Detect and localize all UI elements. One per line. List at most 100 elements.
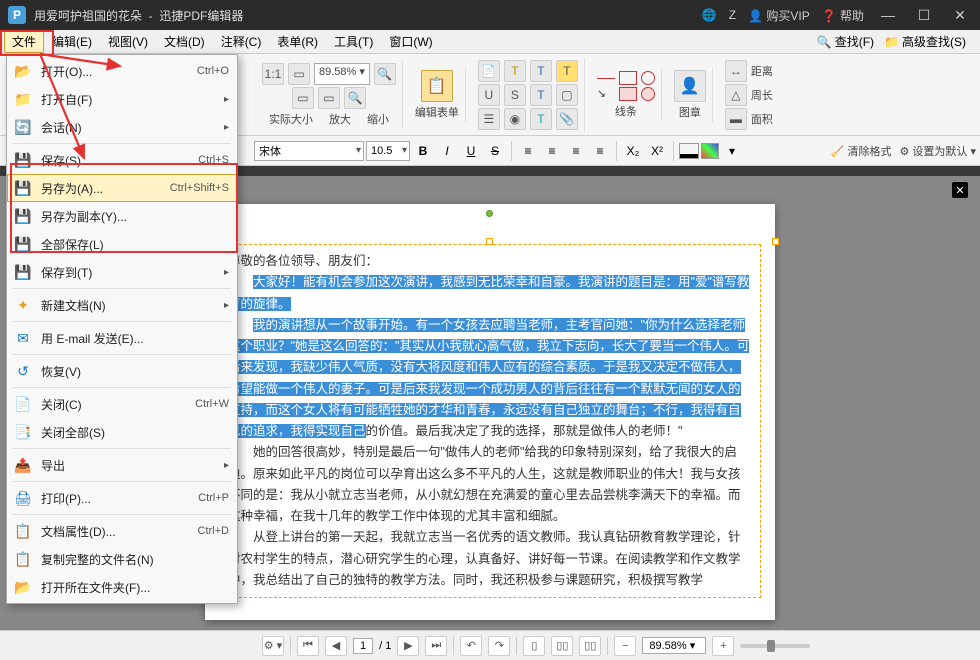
color-dropdown[interactable]: ▾ bbox=[721, 141, 743, 161]
user-initial[interactable]: Z bbox=[729, 8, 736, 22]
highlight-icon[interactable]: T bbox=[556, 60, 578, 82]
menu-view[interactable]: 视图(V) bbox=[100, 30, 156, 53]
page-canvas[interactable]: 尊敬的各位领导、朋友们： 大家好！能有机会参加这次演讲，我感到无比荣幸和自豪。我… bbox=[205, 204, 775, 620]
font-name-combo[interactable]: 宋体 bbox=[254, 141, 364, 161]
fit-page-icon[interactable]: ▭ bbox=[318, 87, 340, 109]
shape-rect-fill-icon[interactable] bbox=[619, 87, 637, 101]
maximize-button[interactable]: ☐ bbox=[912, 7, 936, 24]
stamp-icon[interactable]: 👤 bbox=[674, 70, 706, 102]
zoom-out-icon[interactable]: 🔍 bbox=[344, 87, 366, 109]
rotate-handle[interactable] bbox=[486, 210, 493, 217]
view-cont-button[interactable]: ▯▯ bbox=[551, 636, 573, 656]
text-blue-icon[interactable]: T bbox=[530, 84, 552, 106]
menu-new-doc[interactable]: ✦新建文档(N)▸ bbox=[7, 291, 237, 319]
menu-export[interactable]: 📤导出▸ bbox=[7, 451, 237, 479]
edit-form-icon[interactable]: 📋 bbox=[421, 70, 453, 102]
menu-comment[interactable]: 注释(C) bbox=[213, 30, 270, 53]
menu-edit[interactable]: 编辑(E) bbox=[44, 30, 100, 53]
globe-icon[interactable]: 🌐 bbox=[702, 8, 717, 22]
stamp-small-icon[interactable]: ◉ bbox=[504, 108, 526, 130]
text-t-icon[interactable]: T bbox=[504, 60, 526, 82]
text-edit-box[interactable]: 尊敬的各位领导、朋友们： 大家好！能有机会参加这次演讲，我感到无比荣幸和自豪。我… bbox=[219, 244, 761, 598]
resize-handle-n[interactable] bbox=[486, 238, 493, 245]
menu-form[interactable]: 表单(R) bbox=[269, 30, 326, 53]
align-right-button[interactable]: ≡ bbox=[565, 141, 587, 161]
menu-save[interactable]: 💾保存(S)Ctrl+S bbox=[7, 146, 237, 174]
help-link[interactable]: ❓ 帮助 bbox=[822, 7, 864, 24]
menu-open-folder[interactable]: 📂打开所在文件夹(F)... bbox=[7, 573, 237, 601]
fit-width-icon[interactable]: ▭ bbox=[292, 87, 314, 109]
view-single-button[interactable]: ▯ bbox=[523, 636, 545, 656]
next-page-button[interactable]: ▶ bbox=[397, 636, 419, 656]
underline-button[interactable]: U bbox=[460, 141, 482, 161]
menu-window[interactable]: 窗口(W) bbox=[381, 30, 440, 53]
prev-page-button[interactable]: ◀ bbox=[325, 636, 347, 656]
menu-copy-name[interactable]: 📋复制完整的文件名(N) bbox=[7, 545, 237, 573]
fit-icon[interactable]: ▭ bbox=[288, 63, 310, 85]
close-tab-button[interactable]: ✕ bbox=[952, 182, 968, 198]
menu-email[interactable]: ✉用 E-mail 发送(E)... bbox=[7, 324, 237, 352]
bg-color-button[interactable] bbox=[701, 143, 719, 159]
zoom-combo[interactable]: 89.58% ▾ bbox=[314, 63, 370, 85]
menu-close-all[interactable]: 📑关闭全部(S) bbox=[7, 418, 237, 446]
menu-file[interactable]: 文件 bbox=[4, 30, 44, 53]
underline-tool-icon[interactable]: U bbox=[478, 84, 500, 106]
shape-line-icon[interactable] bbox=[597, 78, 615, 79]
strike-tool-icon[interactable]: S bbox=[504, 84, 526, 106]
menu-close[interactable]: 📄关闭(C)Ctrl+W bbox=[7, 390, 237, 418]
text-aqua-icon[interactable]: T bbox=[530, 108, 552, 130]
strike-button[interactable]: S bbox=[484, 141, 506, 161]
menu-print[interactable]: 🖨打印(P)...Ctrl+P bbox=[7, 484, 237, 512]
align-left-button[interactable]: ≡ bbox=[517, 141, 539, 161]
shape-arrow-icon[interactable]: ↘ bbox=[597, 87, 615, 101]
font-size-combo[interactable]: 10.5 bbox=[366, 141, 410, 161]
advanced-find-button[interactable]: 📁 高级查找(S) bbox=[884, 33, 966, 50]
perimeter-icon[interactable]: △ bbox=[725, 84, 747, 106]
menu-save-all[interactable]: 💾全部保存(L) bbox=[7, 230, 237, 258]
last-page-button[interactable]: ⏭ bbox=[425, 636, 447, 656]
menu-document[interactable]: 文档(D) bbox=[156, 30, 213, 53]
menu-save-copy[interactable]: 💾另存为副本(Y)... bbox=[7, 202, 237, 230]
shape-circle-fill-icon[interactable] bbox=[641, 87, 655, 101]
menu-open-from[interactable]: 📁打开自(F)▸ bbox=[7, 85, 237, 113]
attach-icon[interactable]: 📎 bbox=[556, 108, 578, 130]
menu-save-to[interactable]: 💾保存到(T)▸ bbox=[7, 258, 237, 286]
note-icon[interactable]: ☰ bbox=[478, 108, 500, 130]
view-facing-button[interactable]: ▯▯ bbox=[579, 636, 601, 656]
nav-fwd-button[interactable]: ↷ bbox=[488, 636, 510, 656]
menu-revert[interactable]: ↺恢复(V) bbox=[7, 357, 237, 385]
menu-doc-props[interactable]: 📋文档属性(D)...Ctrl+D bbox=[7, 517, 237, 545]
zoom-in-icon[interactable]: 🔍 bbox=[374, 63, 396, 85]
bold-button[interactable]: B bbox=[412, 141, 434, 161]
options-button[interactable]: ⚙ ▾ bbox=[262, 636, 284, 656]
close-window-button[interactable]: ✕ bbox=[948, 7, 972, 24]
menu-tools[interactable]: 工具(T) bbox=[326, 30, 381, 53]
italic-button[interactable]: I bbox=[436, 141, 458, 161]
find-button[interactable]: 🔍 查找(F) bbox=[817, 33, 874, 50]
resize-handle-ne[interactable] bbox=[772, 238, 779, 245]
font-color-button[interactable] bbox=[679, 143, 699, 159]
menu-open[interactable]: 📂打开(O)...Ctrl+O bbox=[7, 57, 237, 85]
menu-save-as[interactable]: 💾另存为(A)...Ctrl+Shift+S bbox=[7, 174, 237, 202]
first-page-button[interactable]: ⏮ bbox=[297, 636, 319, 656]
zoom-value-input[interactable]: 89.58% ▾ bbox=[642, 637, 706, 654]
area-icon[interactable]: ▬ bbox=[725, 108, 747, 130]
text-box-icon[interactable]: T bbox=[530, 60, 552, 82]
superscript-button[interactable]: X² bbox=[646, 141, 668, 161]
zoom-in-button[interactable]: + bbox=[712, 636, 734, 656]
text-tool-icon[interactable]: 📄 bbox=[478, 60, 500, 82]
menu-session[interactable]: 🔄会话(N)▸ bbox=[7, 113, 237, 141]
zoom-slider[interactable] bbox=[740, 644, 810, 648]
distance-icon[interactable]: ↔ bbox=[725, 60, 747, 82]
minimize-button[interactable]: — bbox=[876, 7, 900, 23]
clear-format-button[interactable]: 🧹 清除格式 bbox=[831, 143, 892, 159]
align-center-button[interactable]: ≡ bbox=[541, 141, 563, 161]
align-justify-button[interactable]: ≡ bbox=[589, 141, 611, 161]
page-number-input[interactable]: 1 bbox=[353, 638, 373, 654]
subscript-button[interactable]: X₂ bbox=[622, 141, 644, 161]
shape-circle-icon[interactable] bbox=[641, 71, 655, 85]
zoom-out-button[interactable]: − bbox=[614, 636, 636, 656]
set-default-button[interactable]: ⚙ 设置为默认 ▾ bbox=[900, 143, 977, 159]
buy-vip-link[interactable]: 👤 购买VIP bbox=[748, 7, 810, 24]
actual-size-icon[interactable]: 1:1 bbox=[262, 63, 284, 85]
